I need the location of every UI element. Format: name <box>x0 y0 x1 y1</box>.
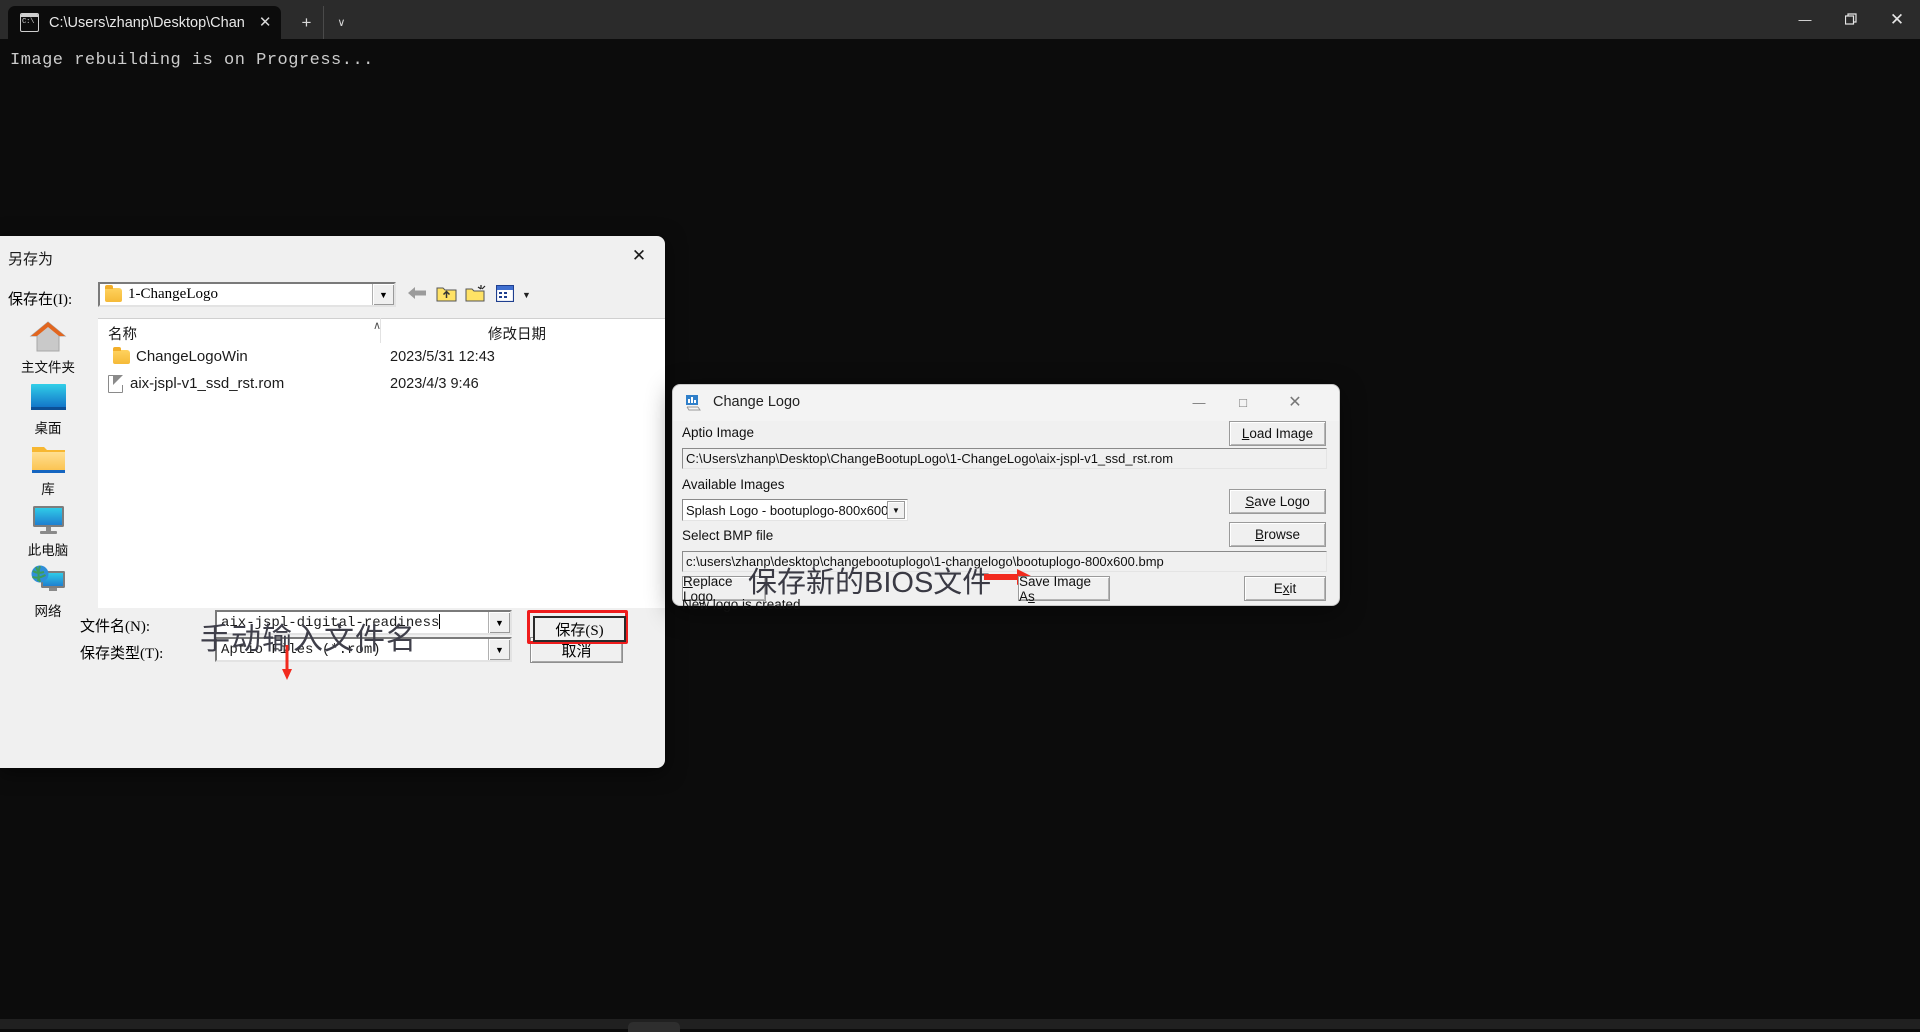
save-as-titlebar: 另存为 ✕ <box>0 236 665 278</box>
terminal-tab-title: C:\Users\zhanp\Desktop\Chan <box>49 14 245 31</box>
filename-annotation-arrow-icon <box>282 645 292 680</box>
save-image-annotation-text: 保存新的BIOS文件 <box>748 567 992 599</box>
load-image-button[interactable]: Load Image <box>1229 421 1326 446</box>
folder-icon <box>113 346 130 364</box>
change-logo-titlebar: Change Logo — □ ✕ <box>673 385 1339 421</box>
change-logo-title: Change Logo <box>713 394 801 410</box>
look-in-value: 1-ChangeLogo <box>128 286 218 302</box>
places-item-home[interactable]: 主文件夹 <box>0 318 96 379</box>
places-label: 此电脑 <box>27 543 69 558</box>
up-folder-icon[interactable] <box>436 284 457 306</box>
save-logo-button[interactable]: Save Logo <box>1229 489 1326 514</box>
places-label: 桌面 <box>34 421 62 436</box>
chevron-down-icon[interactable]: ▼ <box>372 284 394 305</box>
view-menu-chevron-icon[interactable]: ▼ <box>522 290 531 300</box>
look-in-combobox[interactable]: 1-ChangeLogo ▼ <box>98 282 396 307</box>
file-date-cell: 2023/4/3 9:46 <box>390 375 479 392</box>
save-logo-label: Save Logo <box>1245 494 1310 509</box>
close-button[interactable]: ✕ <box>1273 387 1317 417</box>
status-text: New logo is created <box>682 597 801 612</box>
available-images-label: Available Images <box>682 477 785 492</box>
select-bmp-label: Select BMP file <box>682 528 774 543</box>
look-in-row: 保存在(I): 1-ChangeLogo ▼ ▼ <box>0 280 665 316</box>
browse-label: Browse <box>1254 527 1301 542</box>
new-tab-button[interactable]: + <box>289 6 323 39</box>
save-as-dialog: 另存为 ✕ 保存在(I): 1-ChangeLogo ▼ ▼ 名称 ∧ 修改日期… <box>0 236 665 768</box>
folder-icon <box>105 284 122 302</box>
network-icon <box>30 562 67 598</box>
close-icon[interactable]: ✕ <box>259 15 272 30</box>
terminal-tab[interactable]: C:\ C:\Users\zhanp\Desktop\Chan ✕ <box>8 6 282 39</box>
home-icon <box>29 318 67 354</box>
this-pc-icon <box>30 501 67 537</box>
load-image-label: Load Image <box>1241 426 1314 441</box>
desktop-icon <box>30 379 67 415</box>
file-name-text: aix-jspl-v1_ssd_rst.rom <box>130 375 285 392</box>
aptio-image-path-input[interactable]: C:\Users\zhanp\Desktop\ChangeBootupLogo\… <box>682 448 1327 469</box>
table-row[interactable]: ChangeLogoWin 2023/5/31 12:43 <box>98 343 665 370</box>
file-name-label: 文件名(N): <box>80 619 150 635</box>
tab-strip: C:\ C:\Users\zhanp\Desktop\Chan ✕ + ∨ <box>0 0 1782 39</box>
available-images-value: Splash Logo - bootuplogo-800x600.bmp <box>686 502 887 518</box>
restore-icon <box>1844 13 1857 25</box>
chevron-down-icon[interactable]: ▼ <box>488 639 510 660</box>
places-item-desktop[interactable]: 桌面 <box>0 379 96 440</box>
save-as-title: 另存为 <box>8 251 54 268</box>
window-controls: — ✕ <box>1782 0 1920 39</box>
chevron-down-icon[interactable]: ▼ <box>887 501 905 519</box>
save-image-as-button[interactable]: Save Image As <box>1018 573 1110 604</box>
file-date-cell: 2023/5/31 12:43 <box>390 348 495 365</box>
chevron-down-icon[interactable]: ▼ <box>488 612 510 633</box>
places-label: 库 <box>41 482 55 497</box>
exit-button[interactable]: Exit <box>1244 576 1326 601</box>
file-list-header: 名称 ∧ 修改日期 <box>98 318 665 344</box>
taskbar <box>0 1019 1920 1032</box>
table-row[interactable]: aix-jspl-v1_ssd_rst.rom 2023/4/3 9:46 <box>98 370 665 397</box>
new-folder-icon[interactable] <box>465 284 488 306</box>
save-button-highlight: 保存(S) <box>527 610 628 644</box>
console-icon: C:\ <box>20 13 39 32</box>
places-item-this-pc[interactable]: 此电脑 <box>0 501 96 562</box>
filename-annotation-text: 手动输入文件名 <box>200 623 417 656</box>
file-list[interactable]: ChangeLogoWin 2023/5/31 12:43 aix-jspl-v… <box>98 343 665 608</box>
save-as-toolbar: ▼ <box>406 282 531 307</box>
minimize-button[interactable]: — <box>1782 0 1828 39</box>
change-logo-dialog: Change Logo — □ ✕ Aptio Image Load Image… <box>672 384 1340 612</box>
file-icon <box>108 374 123 393</box>
browse-button[interactable]: Browse <box>1229 522 1326 547</box>
exit-label: Exit <box>1273 581 1297 596</box>
chevron-down-icon[interactable]: ∨ <box>323 6 358 39</box>
save-image-as-label: Save Image As <box>1019 573 1092 604</box>
aptio-image-label: Aptio Image <box>682 425 755 440</box>
minimize-button[interactable]: — <box>1177 387 1221 417</box>
places-label: 主文件夹 <box>21 360 75 375</box>
file-name-text: ChangeLogoWin <box>136 348 248 365</box>
file-name-cell: ChangeLogoWin <box>108 346 248 365</box>
library-folder-icon <box>30 440 67 476</box>
change-logo-body: Aptio Image Load Image C:\Users\zhanp\De… <box>673 421 1339 612</box>
file-type-label: 保存类型(T): <box>80 646 164 662</box>
maximize-button[interactable] <box>1828 0 1874 39</box>
places-item-library[interactable]: 库 <box>0 440 96 501</box>
maximize-button[interactable]: □ <box>1221 387 1265 417</box>
look-in-label: 保存在(I): <box>8 292 73 308</box>
column-header-name[interactable]: 名称 <box>108 323 137 344</box>
taskbar-item[interactable] <box>628 1022 680 1032</box>
terminal-titlebar: C:\ C:\Users\zhanp\Desktop\Chan ✕ + ∨ — … <box>0 0 1920 39</box>
close-button[interactable]: ✕ <box>1874 0 1920 39</box>
column-header-date[interactable]: 修改日期 <box>488 323 546 344</box>
places-bar: 主文件夹 桌面 库 此电脑 网络 <box>0 318 96 619</box>
view-list-icon[interactable] <box>495 284 515 305</box>
close-icon[interactable]: ✕ <box>619 240 659 272</box>
save-button[interactable]: 保存(S) <box>533 616 626 642</box>
available-images-select[interactable]: Splash Logo - bootuplogo-800x600.bmp ▼ <box>682 499 908 521</box>
change-logo-app-icon <box>685 394 703 412</box>
back-icon[interactable] <box>406 283 428 306</box>
file-name-cell: aix-jspl-v1_ssd_rst.rom <box>108 374 285 393</box>
